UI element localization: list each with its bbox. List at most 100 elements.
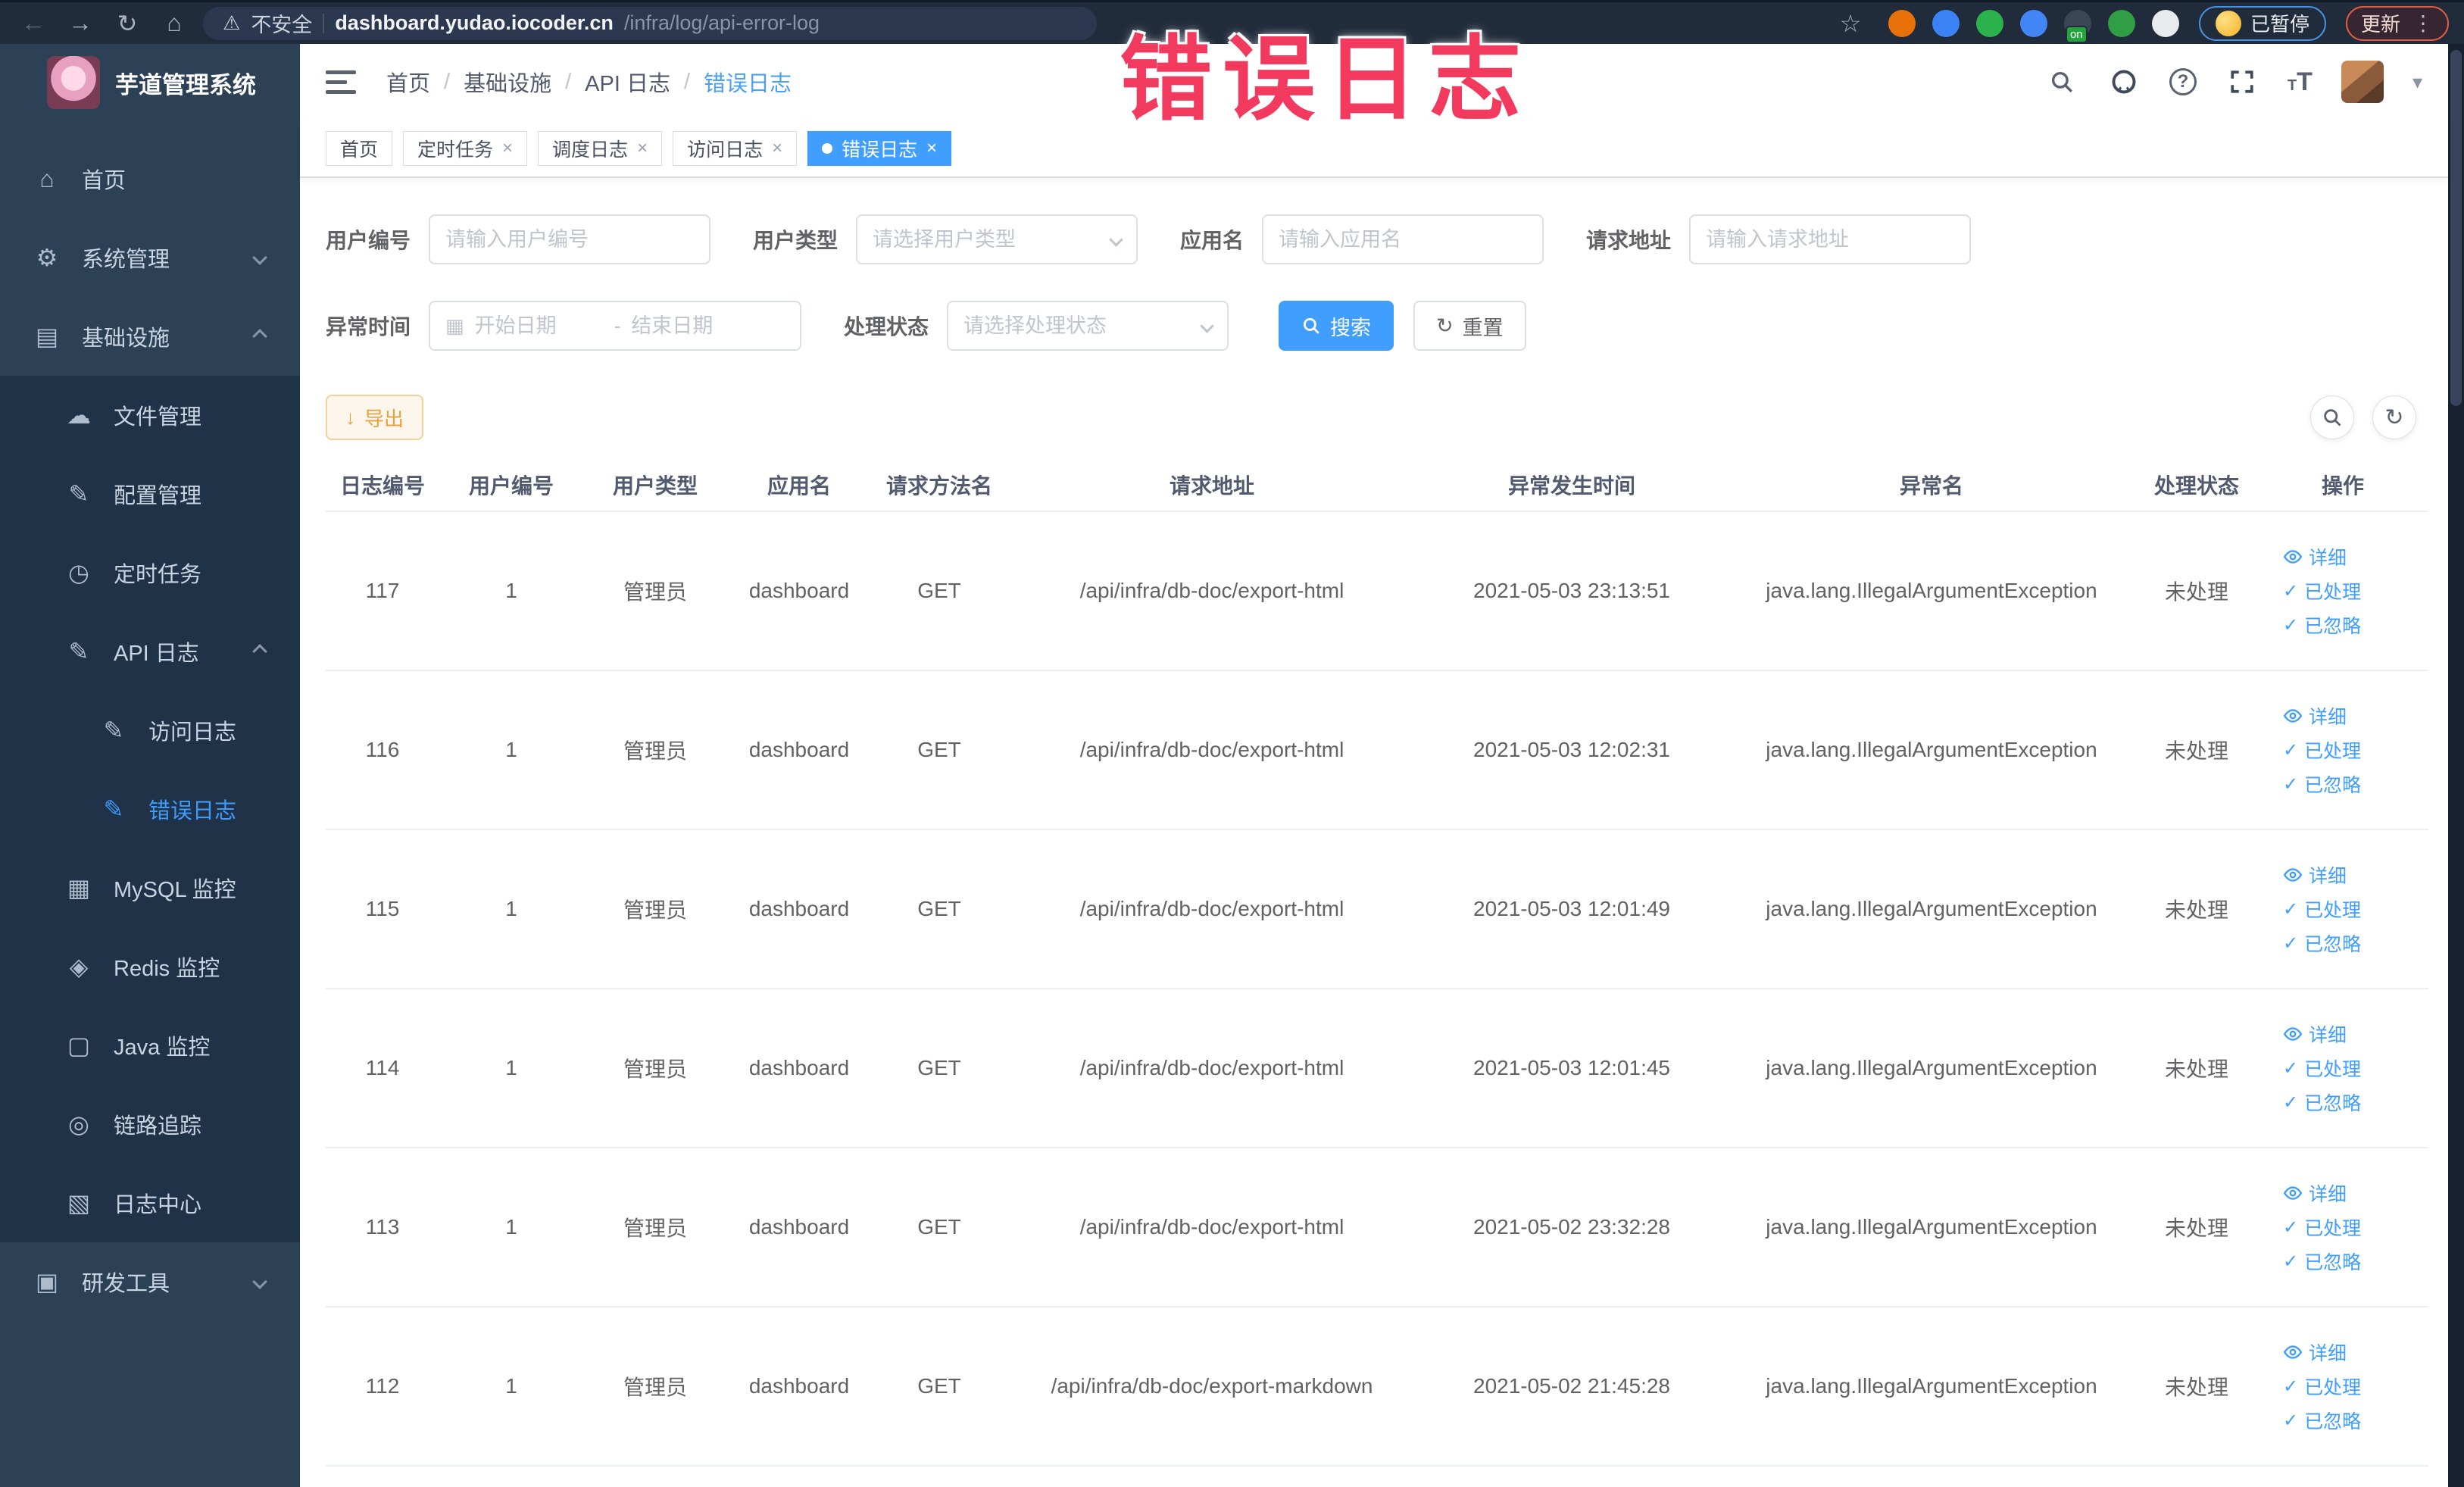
sidebar-item-infrastructure[interactable]: ▤ 基础设施 bbox=[0, 297, 300, 376]
breadcrumb-item[interactable]: 首页 bbox=[386, 66, 430, 98]
detail-link[interactable]: 详细 bbox=[2283, 702, 2428, 729]
sidebar-item-mysql-monitor[interactable]: ▦ MySQL 监控 bbox=[0, 848, 300, 927]
mark-ignored-link[interactable]: ✓ 已忽略 bbox=[2283, 1248, 2428, 1275]
close-tab-icon[interactable]: × bbox=[772, 138, 782, 159]
mark-processed-link[interactable]: ✓ 已处理 bbox=[2283, 1054, 2428, 1082]
close-tab-icon[interactable]: × bbox=[502, 138, 513, 159]
sidebar-item-config-manage[interactable]: ✎ 配置管理 bbox=[0, 455, 300, 533]
sidebar-item-home[interactable]: ⌂ 首页 bbox=[0, 139, 300, 218]
mark-ignored-link[interactable]: ✓ 已忽略 bbox=[2283, 611, 2428, 639]
security-warning-icon[interactable]: ⚠ bbox=[223, 11, 240, 35]
extension-green-check-icon[interactable] bbox=[1975, 9, 2003, 37]
extension-leaf-icon[interactable] bbox=[2107, 9, 2135, 37]
forward-icon[interactable]: → bbox=[62, 5, 98, 42]
action-label: 已处理 bbox=[2304, 741, 2362, 762]
browser-menu-icon[interactable]: ⋮ bbox=[2412, 11, 2434, 36]
mark-processed-link[interactable]: ✓ 已处理 bbox=[2283, 1214, 2428, 1241]
close-tab-icon[interactable]: × bbox=[637, 138, 648, 159]
column-header: 异常发生时间 bbox=[1416, 458, 1727, 512]
sidebar-item-java-monitor[interactable]: ▢ Java 监控 bbox=[0, 1006, 300, 1085]
mark-processed-link[interactable]: ✓ 已处理 bbox=[2283, 1373, 2428, 1400]
field-input[interactable] bbox=[873, 227, 1101, 251]
cell-status: 未处理 bbox=[2136, 1307, 2257, 1467]
sidebar-item-file-manage[interactable]: ☁ 文件管理 bbox=[0, 376, 300, 455]
detail-link[interactable]: 详细 bbox=[2283, 1179, 2428, 1207]
sidebar-item-redis-monitor[interactable]: ◈ Redis 监控 bbox=[0, 927, 300, 1006]
address-bar[interactable]: ⚠ 不安全 dashboard.yudao.iocoder.cn/infra/l… bbox=[203, 6, 1097, 40]
mark-processed-link[interactable]: ✓ 已处理 bbox=[2283, 736, 2428, 764]
toggle-search-button[interactable] bbox=[2310, 395, 2354, 439]
text-field[interactable] bbox=[1689, 214, 1972, 264]
breadcrumb-item[interactable]: 基础设施 bbox=[464, 66, 551, 98]
github-icon[interactable] bbox=[2107, 65, 2141, 98]
start-date-input[interactable] bbox=[474, 314, 604, 338]
chevron-down-icon[interactable]: ▾ bbox=[2412, 70, 2422, 94]
tab-错误日志[interactable]: 错误日志 × bbox=[807, 130, 952, 166]
extension-grid-icon[interactable] bbox=[2019, 9, 2047, 37]
tab-调度日志[interactable]: 调度日志 × bbox=[538, 130, 663, 166]
back-icon[interactable]: ← bbox=[15, 5, 52, 42]
check-icon: ✓ bbox=[2283, 1092, 2299, 1113]
bookmark-star-icon[interactable]: ☆ bbox=[1832, 5, 1869, 42]
font-size-icon[interactable]: TT bbox=[2288, 67, 2313, 97]
status-select[interactable] bbox=[947, 301, 1229, 351]
reload-icon[interactable]: ↻ bbox=[109, 5, 145, 42]
extension-puzzle-icon[interactable] bbox=[2151, 9, 2179, 37]
scrollbar-thumb[interactable] bbox=[2450, 50, 2462, 406]
update-button[interactable]: 更新 ⋮ bbox=[2345, 5, 2449, 41]
cell-user_id: 1 bbox=[439, 989, 583, 1148]
sidebar-item-label: Java 监控 bbox=[114, 1036, 211, 1060]
search-button[interactable]: 搜索 bbox=[1279, 301, 1394, 351]
field-input[interactable] bbox=[1279, 227, 1528, 251]
tab-首页[interactable]: 首页 bbox=[326, 130, 393, 166]
tab-访问日志[interactable]: 访问日志 × bbox=[673, 130, 798, 166]
status-select-input[interactable] bbox=[963, 314, 1192, 338]
mark-processed-link[interactable]: ✓ 已处理 bbox=[2283, 577, 2428, 604]
search-icon[interactable] bbox=[2045, 65, 2078, 98]
detail-link[interactable]: 详细 bbox=[2283, 1020, 2428, 1048]
close-tab-icon[interactable]: × bbox=[926, 138, 937, 159]
filter-process-status: 处理状态 bbox=[844, 301, 1229, 351]
detail-link[interactable]: 详细 bbox=[2283, 861, 2428, 889]
breadcrumb-item[interactable]: API 日志 bbox=[585, 66, 670, 98]
sidebar-item-dev-tools[interactable]: ▣ 研发工具 bbox=[0, 1242, 300, 1321]
refresh-table-button[interactable]: ↻ bbox=[2372, 395, 2416, 439]
sidebar-item-log-center[interactable]: ▧ 日志中心 bbox=[0, 1164, 300, 1242]
cell-url: /api/infra/db-doc/export-html bbox=[1007, 511, 1416, 671]
field-input[interactable] bbox=[445, 227, 695, 251]
text-field[interactable] bbox=[1262, 214, 1544, 264]
tab-定时任务[interactable]: 定时任务 × bbox=[403, 130, 528, 166]
mark-ignored-link[interactable]: ✓ 已忽略 bbox=[2283, 929, 2428, 957]
mark-processed-link[interactable]: ✓ 已处理 bbox=[2283, 895, 2428, 923]
extension-shield-icon[interactable] bbox=[1932, 9, 1960, 37]
cell-user_type: 管理员 bbox=[583, 670, 727, 830]
mark-ignored-link[interactable]: ✓ 已忽略 bbox=[2283, 770, 2428, 798]
paused-profile-badge[interactable]: 已暂停 bbox=[2198, 5, 2326, 41]
export-button[interactable]: ↓ 导出 bbox=[326, 395, 424, 440]
field-input[interactable] bbox=[1706, 227, 1955, 251]
sidebar-item-gear[interactable]: ⚙ 系统管理 bbox=[0, 218, 300, 297]
mark-ignored-link[interactable]: ✓ 已忽略 bbox=[2283, 1089, 2428, 1116]
app-logo-row[interactable]: 芋道管理系统 bbox=[0, 44, 300, 120]
extension-orange-icon[interactable] bbox=[1888, 9, 1916, 37]
fullscreen-icon[interactable] bbox=[2225, 65, 2259, 98]
sidebar-item-trace[interactable]: ◎ 链路追踪 bbox=[0, 1085, 300, 1164]
sidebar-item-api-log[interactable]: ✎ API 日志 bbox=[0, 612, 300, 691]
date-range-picker[interactable]: ▦ - bbox=[429, 301, 802, 351]
page-scrollbar[interactable] bbox=[2448, 44, 2464, 1487]
user-avatar[interactable] bbox=[2341, 61, 2384, 103]
sidebar-item-scheduled-task[interactable]: ◷ 定时任务 bbox=[0, 533, 300, 612]
collapse-sidebar-icon[interactable] bbox=[326, 70, 356, 94]
extension-switch-icon[interactable]: on bbox=[2063, 9, 2091, 43]
home-icon[interactable]: ⌂ bbox=[156, 5, 192, 42]
sidebar-item-access-log[interactable]: ✎ 访问日志 bbox=[0, 691, 300, 770]
detail-link[interactable]: 详细 bbox=[2283, 543, 2428, 570]
sidebar-item-error-log[interactable]: ✎ 错误日志 bbox=[0, 770, 300, 848]
help-icon[interactable]: ? bbox=[2169, 68, 2197, 95]
text-field[interactable] bbox=[429, 214, 711, 264]
reset-button[interactable]: ↻ 重置 bbox=[1413, 301, 1526, 351]
select-field[interactable] bbox=[856, 214, 1138, 264]
end-date-input[interactable] bbox=[631, 314, 760, 338]
detail-link[interactable]: 详细 bbox=[2283, 1339, 2428, 1366]
mark-ignored-link[interactable]: ✓ 已忽略 bbox=[2283, 1407, 2428, 1434]
